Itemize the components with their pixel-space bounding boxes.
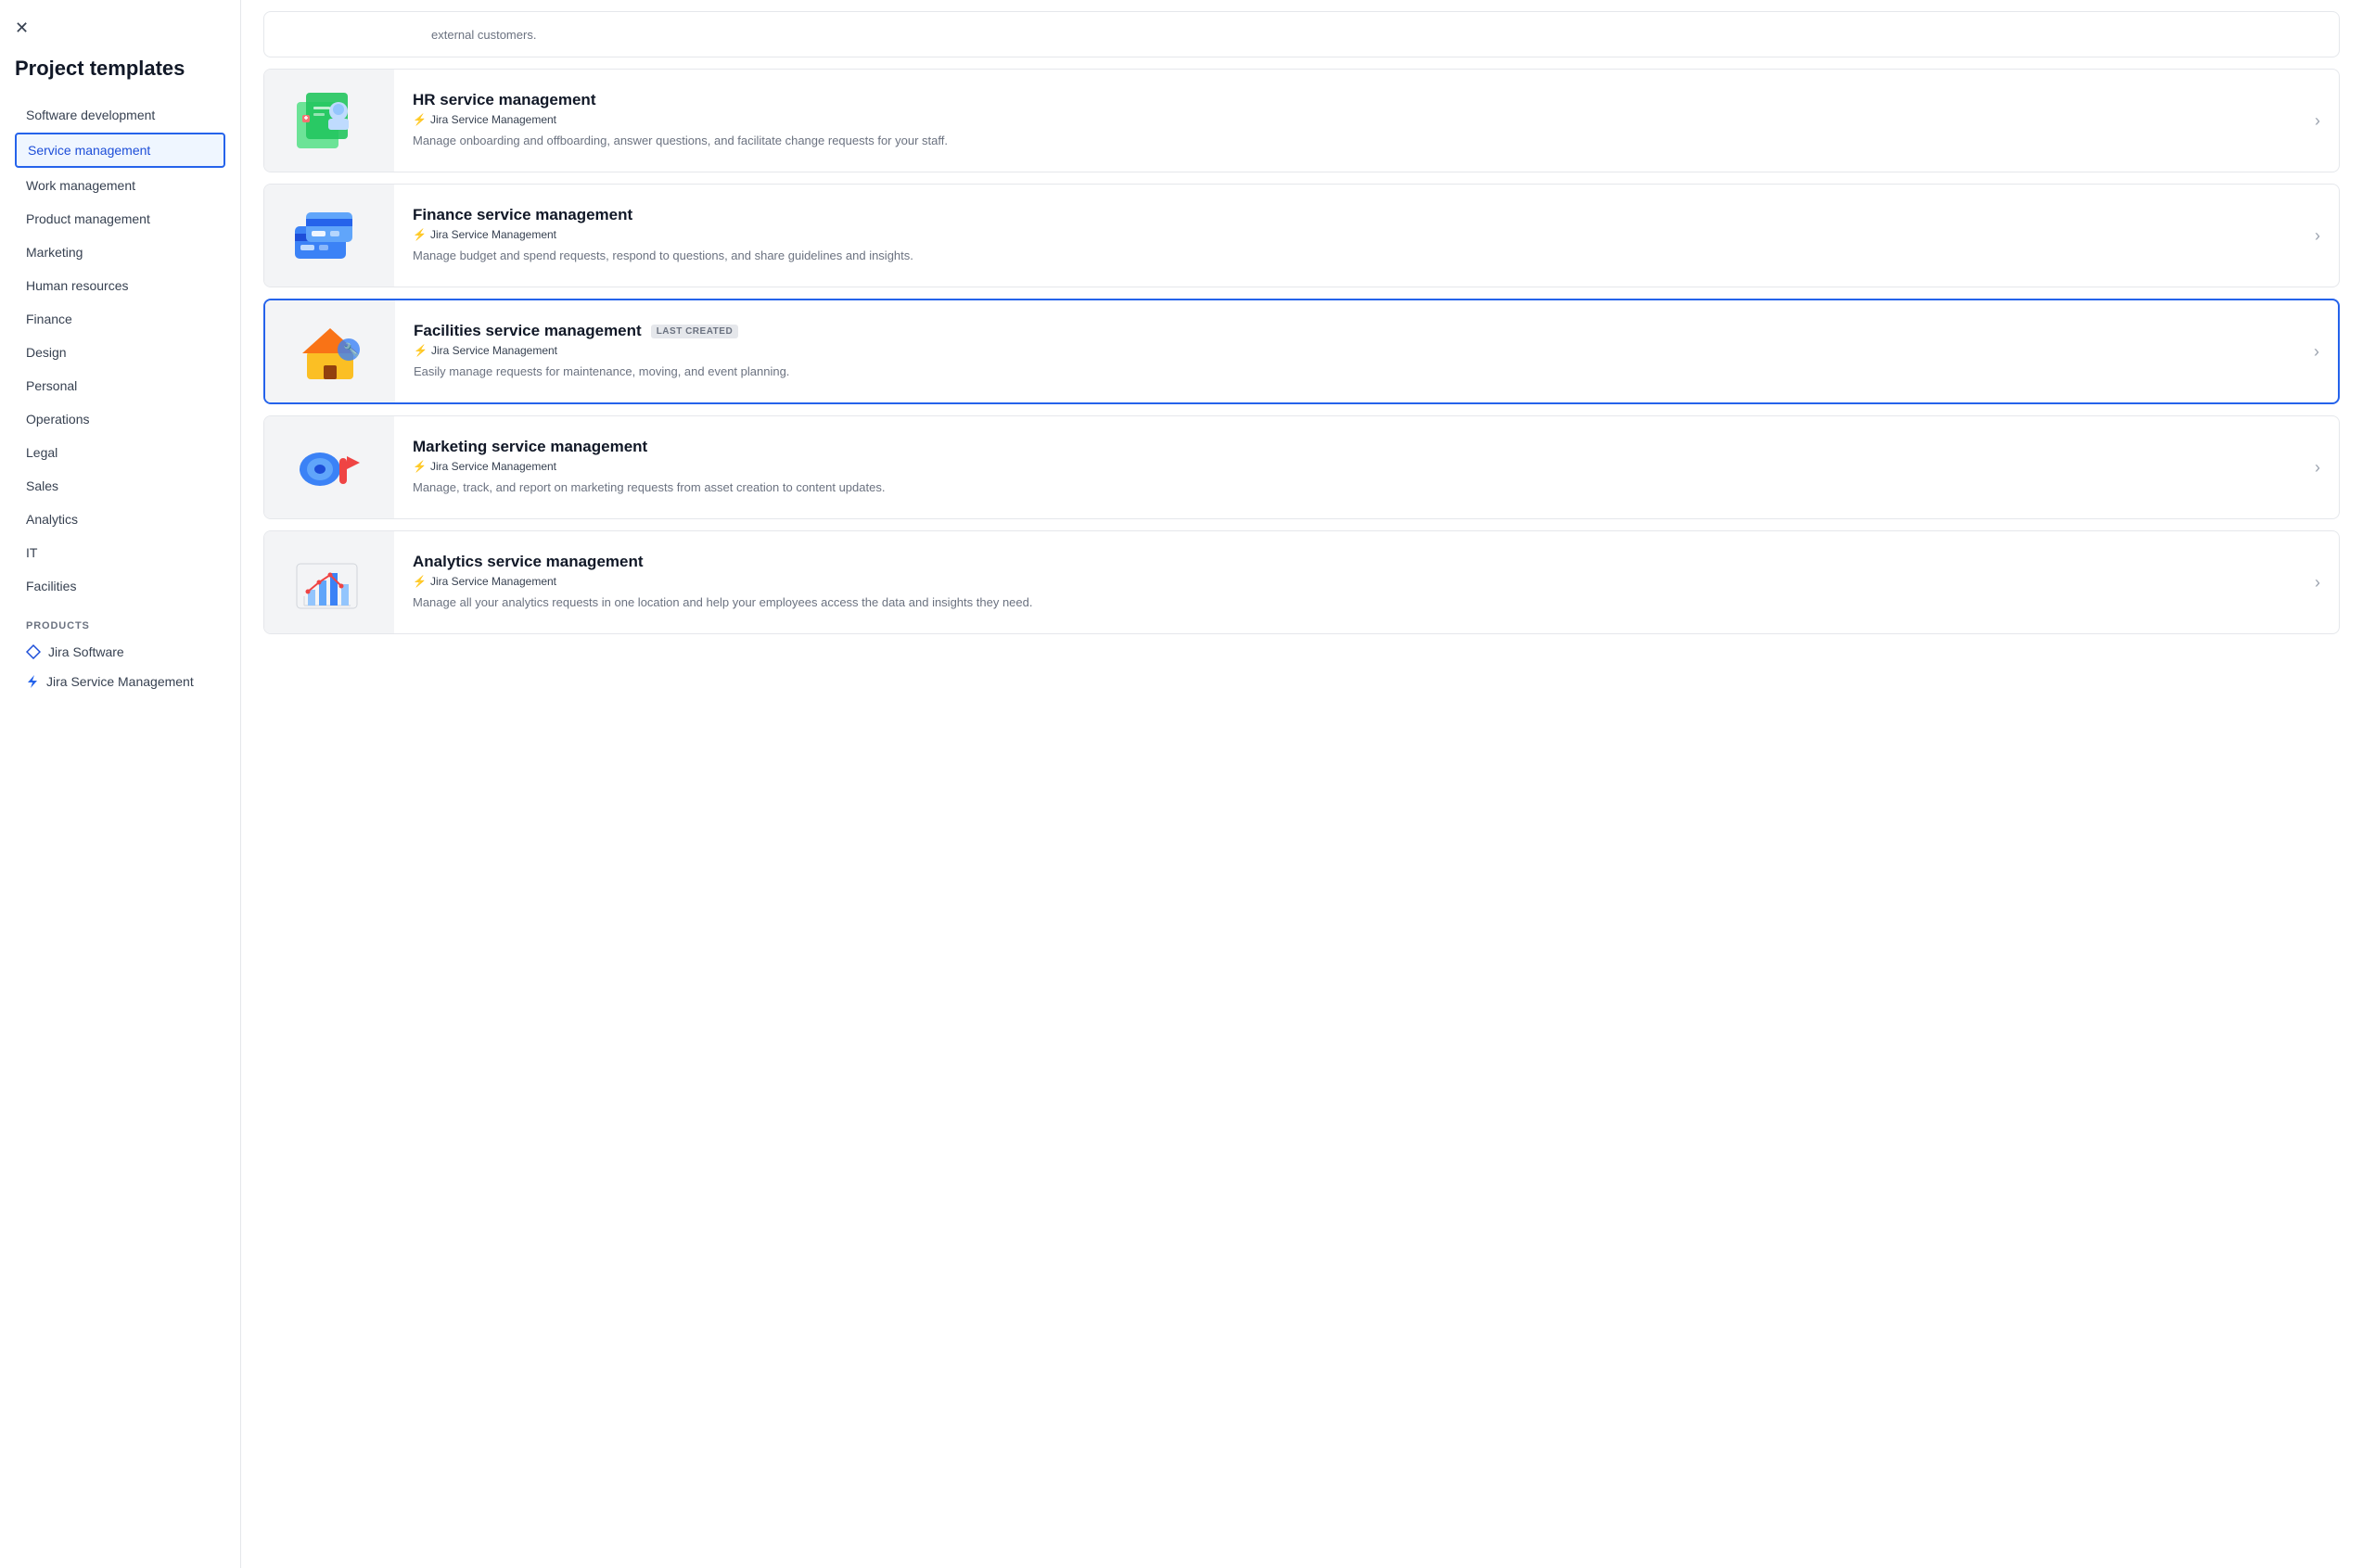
product-item-jira-service-management[interactable]: Jira Service Management [15,667,225,696]
card-marketing-service-management[interactable]: Marketing service management ⚡ Jira Serv… [263,415,2340,519]
card-description: Manage onboarding and offboarding, answe… [413,132,2278,150]
card-body-facilities-service-management: Facilities service management LAST CREAT… [395,307,2295,396]
card-hr-service-management[interactable]: HR service management ⚡ Jira Service Man… [263,69,2340,172]
card-title: Finance service management [413,206,2278,224]
sidebar-item-software-development[interactable]: Software development [15,99,225,131]
card-body-hr-service-management: HR service management ⚡ Jira Service Man… [394,76,2296,165]
hr-illustration [287,83,371,158]
jira-bolt-icon: ⚡ [414,344,428,357]
jira-bolt-icon: ⚡ [413,460,427,473]
card-product: ⚡ Jira Service Management [413,113,2278,126]
card-product: ⚡ Jira Service Management [413,228,2278,241]
card-chevron: › [2296,111,2339,131]
card-finance-service-management[interactable]: Finance service management ⚡ Jira Servic… [263,184,2340,287]
svg-text:🔧: 🔧 [343,341,359,358]
bolt-icon [26,674,39,689]
card-chevron: › [2296,573,2339,593]
card-image-finance-service-management [264,185,394,287]
sidebar-item-product-management[interactable]: Product management [15,203,225,235]
sidebar-item-finance[interactable]: Finance [15,303,225,335]
card-description: Manage all your analytics requests in on… [413,593,2278,612]
card-analytics-service-management[interactable]: Analytics service management ⚡ Jira Serv… [263,530,2340,634]
main-content: external customers. HR service managemen… [241,0,2362,1568]
sidebar-item-operations[interactable]: Operations [15,403,225,435]
sidebar-item-marketing[interactable]: Marketing [15,236,225,268]
card-image-analytics-service-management [264,531,394,633]
card-title: Analytics service management [413,553,2278,571]
sidebar-item-personal[interactable]: Personal [15,370,225,402]
card-product: ⚡ Jira Service Management [413,575,2278,588]
sidebar-nav: Software developmentService managementWo… [15,99,225,602]
card-image-marketing-service-management [264,416,394,518]
card-image-hr-service-management [264,70,394,172]
sidebar-item-sales[interactable]: Sales [15,470,225,502]
sidebar-item-service-management[interactable]: Service management [15,133,225,168]
card-chevron: › [2295,342,2338,362]
diamond-icon [26,644,41,659]
sidebar-item-facilities[interactable]: Facilities [15,570,225,602]
card-body-analytics-service-management: Analytics service management ⚡ Jira Serv… [394,538,2296,627]
jira-bolt-icon: ⚡ [413,113,427,126]
sidebar-item-legal[interactable]: Legal [15,437,225,468]
card-description: Manage, track, and report on marketing r… [413,478,2278,497]
sidebar-title: Project templates [15,57,225,81]
product-item-jira-software[interactable]: Jira Software [15,637,225,667]
card-body-finance-service-management: Finance service management ⚡ Jira Servic… [394,191,2296,280]
card-product: ⚡ Jira Service Management [413,460,2278,473]
products-label: PRODUCTS [15,609,225,637]
product-label: Jira Service Management [46,674,194,689]
analytics-illustration [287,545,371,619]
card-title: Marketing service management [413,438,2278,456]
sidebar-item-design[interactable]: Design [15,337,225,368]
sidebar: ✕ Project templates Software development… [0,0,241,1568]
jira-bolt-icon: ⚡ [413,228,427,241]
sidebar-item-work-management[interactable]: Work management [15,170,225,201]
card-title: Facilities service management LAST CREAT… [414,322,2277,340]
close-button[interactable]: ✕ [15,19,29,38]
last-created-badge: LAST CREATED [651,325,738,338]
card-facilities-service-management[interactable]: 🔧 Facilities service management LAST CRE… [263,299,2340,404]
card-description: Manage budget and spend requests, respon… [413,247,2278,265]
sidebar-item-it[interactable]: IT [15,537,225,568]
card-title: HR service management [413,91,2278,109]
card-body-marketing-service-management: Marketing service management ⚡ Jira Serv… [394,423,2296,512]
facilities-illustration: 🔧 [288,314,372,389]
product-label: Jira Software [48,644,124,659]
marketing-illustration [287,430,371,504]
card-product: ⚡ Jira Service Management [414,344,2277,357]
card-chevron: › [2296,226,2339,246]
sidebar-item-human-resources[interactable]: Human resources [15,270,225,301]
card-chevron: › [2296,458,2339,478]
card-image-facilities-service-management: 🔧 [265,300,395,402]
card-description: Easily manage requests for maintenance, … [414,363,2277,381]
sidebar-item-analytics[interactable]: Analytics [15,504,225,535]
jira-bolt-icon: ⚡ [413,575,427,588]
finance-illustration [287,198,371,273]
